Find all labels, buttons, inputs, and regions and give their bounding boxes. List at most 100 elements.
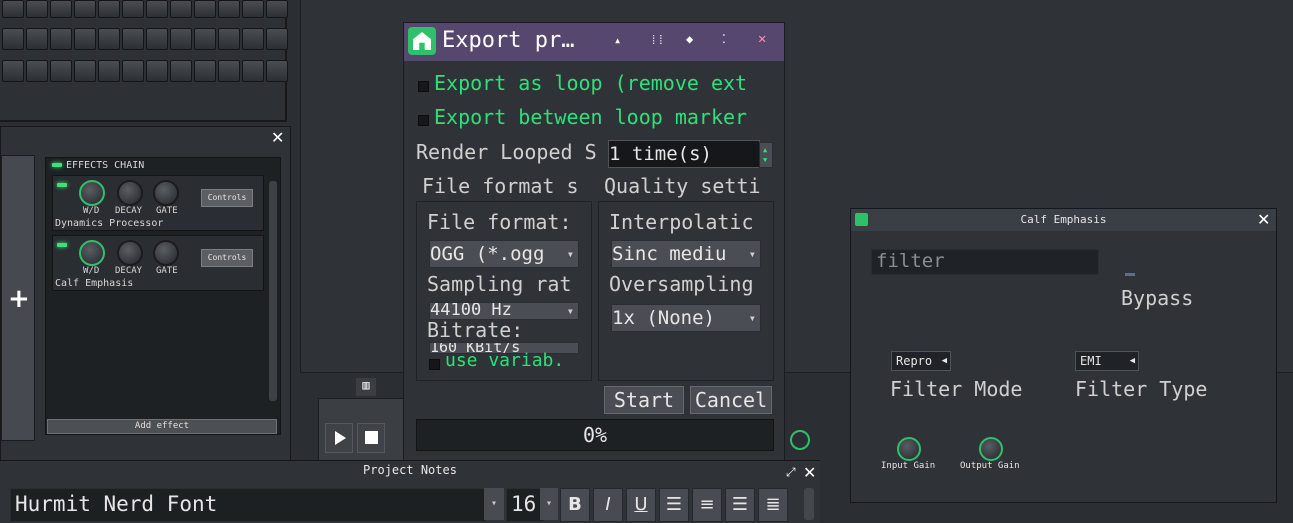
step-cell[interactable] [74, 60, 96, 82]
export-titlebar: Export pr… ▴ ⁞⁞ ◆ ⁚ ✕ [404, 23, 784, 61]
align-justify-button[interactable]: ≣ [758, 488, 788, 522]
filter-mode-select[interactable]: Repro ◀ [891, 351, 951, 371]
wet-dry-knob[interactable] [79, 240, 105, 266]
italic-button[interactable]: I [593, 488, 623, 522]
project-notes-title: Project Notes [363, 463, 457, 477]
step-cell[interactable] [218, 60, 240, 82]
step-cell[interactable] [98, 28, 120, 50]
step-cell[interactable] [266, 28, 288, 50]
input-gain-knob[interactable] [897, 437, 921, 461]
step-cell[interactable] [146, 60, 168, 82]
close-icon[interactable]: ✕ [1257, 212, 1270, 228]
effects-chain-led[interactable] [52, 163, 62, 167]
step-cell[interactable] [170, 60, 192, 82]
export-loop-checkbox[interactable] [418, 81, 429, 92]
chevron-down-icon[interactable]: ▾ [484, 488, 504, 520]
plus-icon[interactable]: + [8, 284, 30, 314]
bold-button[interactable]: B [560, 488, 590, 522]
variable-bitrate-checkbox[interactable] [429, 359, 440, 370]
step-cell[interactable] [218, 0, 240, 18]
add-effect-button[interactable]: Add effect [47, 419, 277, 434]
file-format-group: File format: OGG (*.ogg ▾ Sampling rat 4… [416, 201, 592, 381]
step-cell[interactable] [122, 28, 144, 50]
effects-scrollbar[interactable] [269, 181, 277, 401]
step-cell[interactable] [266, 60, 288, 82]
step-cell[interactable] [266, 0, 288, 18]
step-cell[interactable] [194, 0, 216, 18]
step-cell[interactable] [122, 60, 144, 82]
align-left-icon: ☰ [665, 494, 683, 515]
play-button[interactable] [325, 423, 353, 453]
close-icon[interactable]: ✕ [271, 130, 284, 146]
render-looped-spinbox[interactable]: 1 time(s) [608, 140, 760, 168]
align-center-button[interactable]: ≡ [692, 488, 722, 522]
decay-knob[interactable] [117, 240, 143, 266]
master-volume-knob[interactable] [790, 430, 810, 450]
step-cell[interactable] [146, 28, 168, 50]
step-cell[interactable] [194, 28, 216, 50]
stop-button[interactable] [357, 423, 385, 453]
step-cell[interactable] [194, 60, 216, 82]
step-cell[interactable] [170, 0, 192, 18]
step-cell[interactable] [242, 60, 264, 82]
interpolation-select[interactable]: Sinc mediu ▾ [611, 240, 761, 268]
bypass-led[interactable] [1125, 273, 1135, 276]
oversampling-select[interactable]: 1x (None) ▾ [611, 304, 761, 332]
controls-button[interactable]: Controls [201, 249, 253, 267]
step-cell[interactable] [50, 0, 72, 18]
shade-icon[interactable]: ◆ [686, 32, 693, 46]
plugin-led[interactable] [57, 243, 67, 247]
font-size-select[interactable]: 16 [506, 488, 544, 522]
spinbox-arrows[interactable]: ▲ ▼ [759, 142, 773, 168]
controls-button[interactable]: Controls [201, 189, 253, 207]
step-cell[interactable] [26, 60, 48, 82]
output-gain-label: Output Gain [960, 461, 1020, 471]
align-left-button[interactable]: ☰ [659, 488, 689, 522]
close-icon[interactable]: ✕ [758, 31, 766, 47]
output-gain-knob[interactable] [979, 437, 1003, 461]
step-cell[interactable] [50, 28, 72, 50]
gate-knob[interactable] [153, 240, 179, 266]
step-cell[interactable] [2, 60, 24, 82]
step-cell[interactable] [2, 28, 24, 50]
step-cell[interactable] [242, 0, 264, 18]
wet-dry-knob[interactable] [79, 180, 105, 206]
plugin-dynamics-processor[interactable]: W/D DECAY GATE Controls Dynamics Process… [52, 175, 264, 231]
file-format-select[interactable]: OGG (*.ogg ▾ [429, 240, 579, 268]
gate-knob[interactable] [153, 180, 179, 206]
filter-type-select[interactable]: EMI ◀ [1075, 351, 1139, 371]
app-logo-icon [408, 27, 436, 55]
knob-label-gate: GATE [156, 206, 178, 216]
chevron-down-icon[interactable]: ▾ [540, 488, 558, 520]
export-between-checkbox[interactable] [418, 115, 429, 126]
step-cell[interactable] [122, 0, 144, 18]
align-right-button[interactable]: ☰ [725, 488, 755, 522]
step-cell[interactable] [218, 28, 240, 50]
step-cell[interactable] [74, 28, 96, 50]
minimize-icon[interactable]: ▴ [614, 33, 621, 47]
plugin-calf-emphasis[interactable]: W/D DECAY GATE Controls Calf Emphasis [52, 235, 264, 291]
piano-icon[interactable]: ▥ [356, 378, 376, 396]
step-cell[interactable] [146, 0, 168, 18]
step-cell[interactable] [50, 60, 72, 82]
step-cell[interactable] [2, 0, 24, 18]
decay-knob[interactable] [117, 180, 143, 206]
step-cell[interactable] [98, 0, 120, 18]
plugin-led[interactable] [57, 183, 67, 187]
font-family-select[interactable]: Hurmit Nerd Font [10, 488, 486, 522]
step-cell[interactable] [170, 28, 192, 50]
restore-icon[interactable]: ⁚ [722, 32, 726, 46]
restore-icon[interactable]: ⤢ [786, 465, 796, 480]
step-cell[interactable] [26, 28, 48, 50]
maximize-icon[interactable]: ⁞⁞ [650, 33, 664, 48]
notes-scrollbar[interactable] [804, 488, 814, 520]
filter-input[interactable]: filter [871, 249, 1099, 275]
step-cell[interactable] [74, 0, 96, 18]
close-icon[interactable]: ✕ [803, 465, 816, 481]
step-cell[interactable] [242, 28, 264, 50]
cancel-button[interactable]: Cancel [690, 386, 772, 414]
step-cell[interactable] [26, 0, 48, 18]
start-button[interactable]: Start [604, 386, 684, 414]
underline-button[interactable]: U [626, 488, 656, 522]
step-cell[interactable] [98, 60, 120, 82]
